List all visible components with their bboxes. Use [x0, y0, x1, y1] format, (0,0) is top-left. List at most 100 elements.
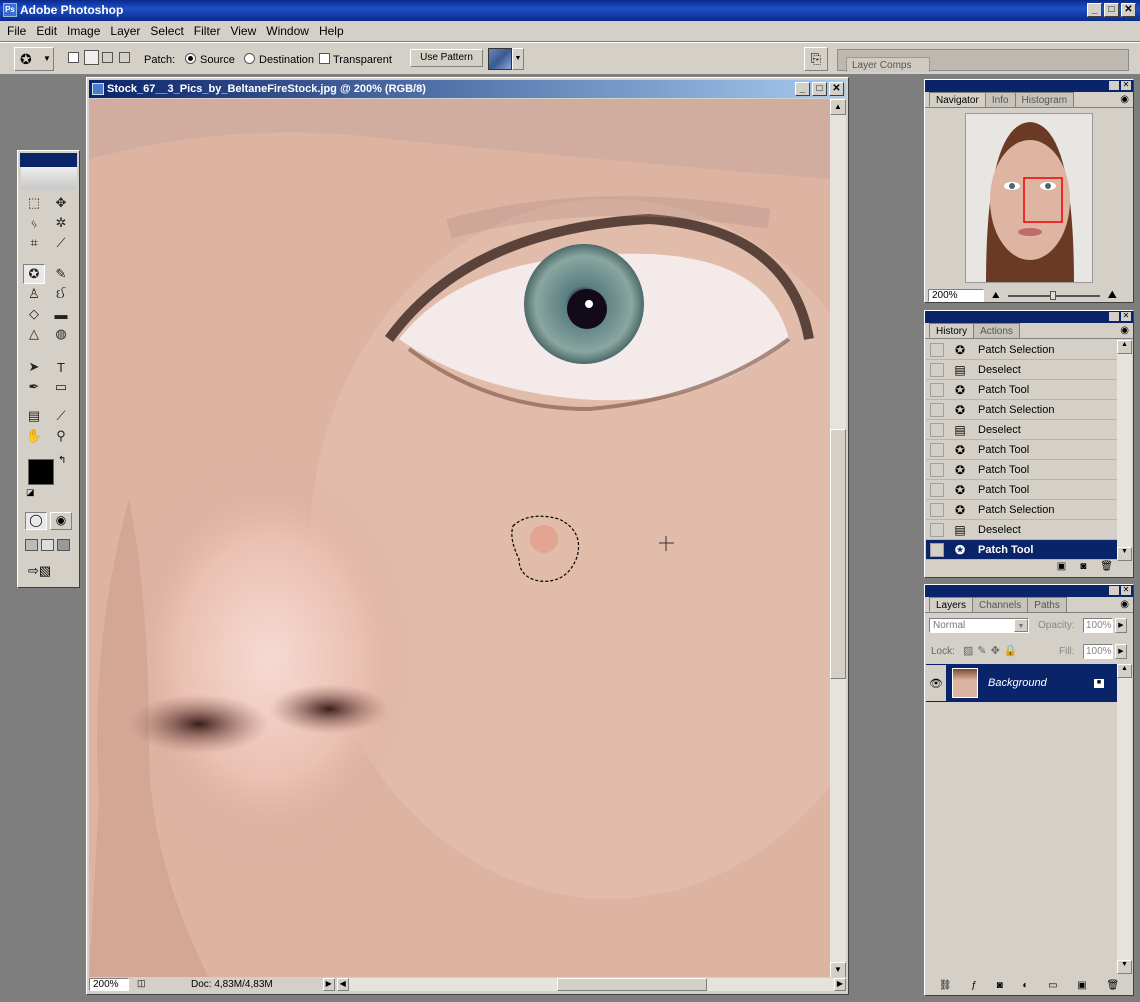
pattern-swatch[interactable] — [488, 48, 512, 70]
history-item[interactable]: ✪ Patch Selection — [926, 340, 1118, 360]
new-snapshot-icon[interactable]: ◙ — [1080, 561, 1086, 575]
panel-minimize-button[interactable] — [1109, 586, 1119, 595]
panel-menu-icon[interactable]: ◉ — [1120, 599, 1129, 610]
snapshot-checkbox[interactable] — [930, 502, 944, 517]
fill-slider-arrow-icon[interactable]: ▶ — [1115, 644, 1127, 659]
magic-wand-tool-icon[interactable]: ✲ — [50, 213, 72, 233]
link-layers-icon[interactable]: ⛓ — [939, 980, 952, 991]
eyedropper-tool-icon[interactable]: ⟋ — [50, 406, 72, 426]
navigator-zoom-field[interactable]: 200% — [928, 289, 984, 302]
marquee-tool-icon[interactable]: ⬚ — [23, 193, 45, 213]
hand-tool-icon[interactable]: ✋ — [23, 426, 45, 446]
patch-tool-icon[interactable]: ✪ — [23, 264, 45, 284]
horizontal-scroll-thumb[interactable] — [556, 978, 707, 991]
transparent-checkbox[interactable] — [319, 53, 330, 64]
chevron-down-icon[interactable]: ▼ — [1014, 619, 1028, 632]
layer-style-icon[interactable]: ƒ — [971, 980, 977, 991]
panel-menu-icon[interactable]: ◉ — [1120, 94, 1129, 105]
notes-tool-icon[interactable]: ▤ — [23, 406, 45, 426]
intersect-selection-icon[interactable] — [119, 52, 130, 63]
layer-mask-icon[interactable]: ◙ — [997, 980, 1003, 991]
snapshot-checkbox[interactable] — [930, 342, 944, 357]
slice-tool-icon[interactable]: ⟋ — [50, 233, 72, 253]
history-item[interactable]: ✪ Patch Selection — [926, 400, 1118, 420]
fill-field[interactable]: 100% — [1083, 644, 1113, 659]
add-selection-icon[interactable] — [84, 50, 99, 65]
panel-minimize-button[interactable] — [1109, 81, 1119, 90]
zoom-slider-thumb[interactable] — [1049, 290, 1056, 300]
close-button[interactable]: ✕ — [1121, 3, 1136, 17]
history-item[interactable]: ▤ Deselect — [926, 520, 1118, 540]
new-group-icon[interactable]: ▭ — [1048, 980, 1057, 991]
adjustment-layer-icon[interactable]: ◐ — [1022, 980, 1028, 991]
scroll-up-button[interactable]: ▲ — [1117, 664, 1132, 678]
tab-layers[interactable]: Layers — [929, 597, 974, 612]
snapshot-checkbox[interactable] — [930, 522, 944, 537]
snapshot-checkbox[interactable] — [930, 482, 944, 497]
tab-info[interactable]: Info — [984, 92, 1016, 107]
tab-navigator[interactable]: Navigator — [929, 92, 986, 107]
tab-paths[interactable]: Paths — [1027, 597, 1067, 612]
new-document-from-state-icon[interactable]: ▣ — [1057, 561, 1066, 575]
path-selection-tool-icon[interactable]: ➤ — [23, 357, 45, 377]
type-tool-icon[interactable]: T — [50, 357, 72, 377]
scroll-down-button[interactable]: ▼ — [1117, 547, 1132, 561]
menu-view[interactable]: View — [225, 24, 261, 38]
full-screen-menu-icon[interactable] — [41, 539, 54, 551]
use-pattern-button[interactable]: Use Pattern — [410, 49, 483, 67]
scroll-up-button[interactable]: ▲ — [830, 99, 846, 115]
opacity-field[interactable]: 100% — [1083, 618, 1113, 633]
dodge-tool-icon[interactable]: ◍ — [50, 324, 72, 344]
panel-minimize-button[interactable] — [1109, 312, 1119, 321]
history-item[interactable]: ✪ Patch Tool — [926, 440, 1118, 460]
scroll-down-button[interactable]: ▼ — [830, 962, 846, 978]
tab-channels[interactable]: Channels — [972, 597, 1029, 612]
palette-well-icon[interactable]: ⎘ — [804, 47, 828, 71]
maximize-button[interactable]: □ — [1104, 3, 1119, 17]
default-colors-icon[interactable]: ◪ — [26, 487, 35, 498]
eye-icon[interactable]: 👁 — [926, 665, 946, 701]
panel-close-button[interactable]: ✕ — [1121, 586, 1131, 595]
doc-minimize-button[interactable]: _ — [795, 82, 810, 96]
blur-tool-icon[interactable]: △ — [23, 324, 45, 344]
rectangle-tool-icon[interactable]: ▭ — [50, 377, 72, 397]
snapshot-checkbox[interactable] — [930, 542, 944, 557]
standard-screen-icon[interactable] — [25, 539, 38, 551]
minimize-button[interactable]: _ — [1087, 3, 1102, 17]
panel-close-button[interactable]: ✕ — [1121, 81, 1131, 90]
snapshot-checkbox[interactable] — [930, 402, 944, 417]
history-item[interactable]: ▤ Deselect — [926, 420, 1118, 440]
new-layer-icon[interactable]: ▣ — [1077, 980, 1086, 991]
menu-file[interactable]: File — [2, 24, 31, 38]
status-menu-arrow-icon[interactable]: ▶ — [322, 978, 335, 991]
destination-radio[interactable] — [244, 53, 255, 64]
history-item[interactable]: ▤ Deselect — [926, 360, 1118, 380]
tool-preset-picker[interactable]: ✪ ▼ — [14, 47, 54, 71]
full-screen-icon[interactable] — [57, 539, 70, 551]
zoom-field[interactable]: 200% — [89, 978, 129, 991]
vertical-scroll-thumb[interactable] — [830, 429, 846, 679]
source-radio[interactable] — [185, 53, 196, 64]
brush-tool-icon[interactable]: ✎ — [50, 264, 72, 284]
snapshot-checkbox[interactable] — [930, 362, 944, 377]
menu-filter[interactable]: Filter — [189, 24, 226, 38]
menu-help[interactable]: Help — [314, 24, 349, 38]
doc-close-button[interactable]: ✕ — [829, 82, 844, 96]
layers-scrollbar[interactable]: ▲ ▼ — [1117, 664, 1132, 974]
jump-to-imageready-icon[interactable]: ⇨▧ — [28, 563, 68, 581]
eraser-tool-icon[interactable]: ◇ — [23, 304, 45, 324]
navigator-thumbnail[interactable] — [965, 113, 1093, 283]
pattern-dropdown[interactable]: ▼ — [512, 48, 524, 70]
trash-icon[interactable]: 🗑 — [1100, 561, 1113, 575]
history-scrollbar[interactable]: ▲ ▼ — [1117, 340, 1132, 561]
scroll-down-button[interactable]: ▼ — [1117, 960, 1132, 974]
history-item[interactable]: ✪ Patch Tool — [926, 480, 1118, 500]
snapshot-checkbox[interactable] — [930, 442, 944, 457]
scroll-up-button[interactable]: ▲ — [1117, 340, 1132, 354]
menu-window[interactable]: Window — [261, 24, 314, 38]
trash-icon[interactable]: 🗑 — [1106, 980, 1119, 991]
scroll-left-button[interactable]: ◀ — [336, 978, 349, 991]
menu-image[interactable]: Image — [62, 24, 105, 38]
crop-tool-icon[interactable]: ⌗ — [23, 233, 45, 253]
panel-menu-icon[interactable]: ◉ — [1120, 325, 1129, 336]
